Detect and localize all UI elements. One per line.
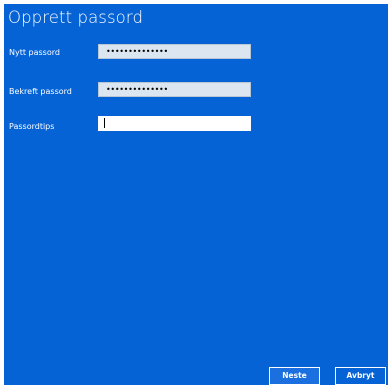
next-button[interactable]: Neste <box>269 367 320 385</box>
text-caret <box>104 118 105 128</box>
dialog-title: Opprett passord <box>8 8 144 27</box>
confirm-password-label: Bekreft passord <box>9 87 72 96</box>
new-password-label: Nytt passord <box>9 48 60 57</box>
confirm-password-input[interactable] <box>98 82 251 97</box>
password-hint-input[interactable] <box>98 116 251 131</box>
create-password-dialog <box>4 4 388 385</box>
password-hint-label: Passordtips <box>9 122 55 131</box>
new-password-input[interactable] <box>98 44 251 59</box>
cancel-button[interactable]: Avbryt <box>335 367 386 385</box>
